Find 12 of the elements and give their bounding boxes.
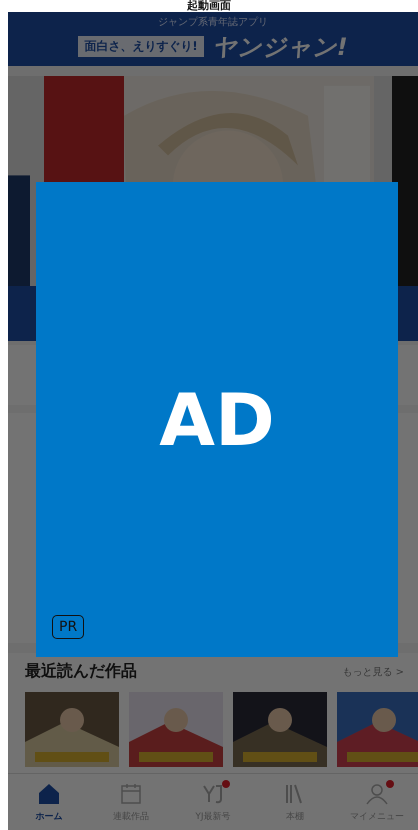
- ad-label: AD: [159, 378, 275, 462]
- nav-tab[interactable]: ホーム: [8, 774, 90, 830]
- app-logo: ヤンジャン!: [212, 32, 348, 63]
- more-link[interactable]: もっと見る >: [342, 664, 404, 679]
- person-icon: [364, 782, 390, 806]
- pr-badge: PR: [52, 615, 84, 639]
- home-icon: [36, 782, 62, 806]
- tagline: ジャンプ系青年誌アプリ: [158, 16, 268, 29]
- catchphrase: 面白さ、えりすぐり!: [78, 36, 204, 58]
- ad-panel[interactable]: AD PR: [36, 182, 398, 657]
- section-title: 最近読んだ作品: [25, 661, 137, 682]
- page-title: 起動画面: [186, 0, 232, 12]
